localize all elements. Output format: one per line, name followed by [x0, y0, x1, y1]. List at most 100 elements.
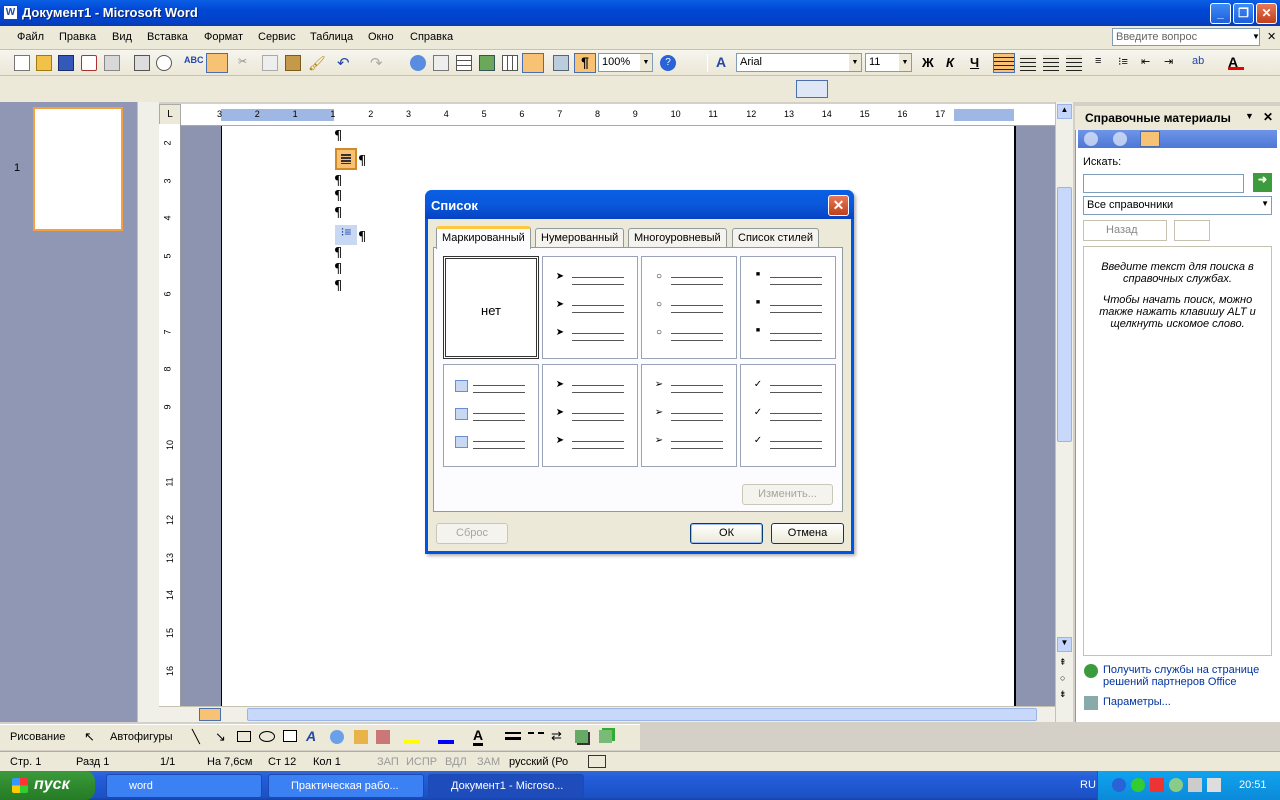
- status-trk[interactable]: ИСПР: [406, 756, 437, 768]
- status-ext[interactable]: ВДЛ: [445, 756, 467, 768]
- menu-tools[interactable]: Сервис: [258, 31, 296, 43]
- reset-button[interactable]: Сброс: [436, 523, 508, 544]
- justify-icon[interactable]: [1066, 55, 1082, 71]
- forward-button[interactable]: [1174, 220, 1210, 241]
- status-ovr[interactable]: ЗАМ: [477, 756, 500, 768]
- taskbar-item-document1[interactable]: Документ1 - Microso...: [428, 774, 584, 798]
- insert-table-icon[interactable]: [456, 55, 472, 71]
- research-icon[interactable]: [206, 53, 228, 73]
- horizontal-scrollbar[interactable]: [159, 706, 1055, 722]
- tab-numbered[interactable]: Нумерованный: [535, 228, 625, 248]
- taskbar-item-word-folder[interactable]: word: [106, 774, 262, 798]
- search-go-icon[interactable]: ➜: [1253, 173, 1272, 192]
- insert-excel-icon[interactable]: [479, 55, 495, 71]
- tables-borders-icon[interactable]: [433, 55, 449, 71]
- scroll-up-icon[interactable]: ▲: [1057, 104, 1072, 119]
- change-button[interactable]: Изменить...: [742, 484, 833, 505]
- paste-icon[interactable]: [285, 55, 301, 71]
- align-center-icon[interactable]: [1020, 55, 1036, 71]
- reading-layout-icon[interactable]: [796, 80, 828, 98]
- cut-icon[interactable]: ✂: [238, 55, 254, 71]
- line-color-icon[interactable]: [438, 730, 454, 744]
- status-rec[interactable]: ЗАП: [377, 756, 399, 768]
- tab-bulleted[interactable]: Маркированный: [436, 226, 531, 249]
- pane-menu-icon[interactable]: ▼: [1245, 111, 1254, 121]
- arrow-style-icon[interactable]: ⇄: [551, 728, 562, 744]
- tab-multilevel[interactable]: Многоуровневый: [628, 228, 727, 248]
- horizontal-ruler[interactable]: L 3 2 1 1 2 3 4 5 6 7 8 9 10 11 12 13 14 15 16 17: [159, 104, 1055, 126]
- spelling-status-icon[interactable]: [588, 755, 606, 768]
- language-indicator[interactable]: RU: [1080, 779, 1096, 791]
- ok-button[interactable]: ОК: [690, 523, 763, 544]
- taskbar-item-practical[interactable]: Практическая рабо...: [268, 774, 424, 798]
- start-button[interactable]: пуск: [0, 771, 95, 800]
- nav-back-icon[interactable]: [1084, 132, 1098, 146]
- underline-button[interactable]: Ч: [970, 55, 986, 71]
- autoshapes-menu[interactable]: Автофигуры: [110, 731, 173, 743]
- browse-object-icon[interactable]: ○: [1060, 673, 1065, 683]
- zoom-combo[interactable]: 100% ▼: [598, 53, 653, 72]
- search-input[interactable]: [1083, 174, 1244, 193]
- cancel-button[interactable]: Отмена: [771, 523, 844, 544]
- draw-menu[interactable]: Рисование: [10, 731, 65, 743]
- volume-icon[interactable]: [1207, 778, 1221, 792]
- clipart-icon[interactable]: [354, 730, 368, 744]
- hyperlink-icon[interactable]: [410, 55, 426, 71]
- ask-dropdown-icon[interactable]: ▼: [1252, 32, 1260, 41]
- save-icon[interactable]: [58, 55, 74, 71]
- scroll-thumb[interactable]: [1057, 187, 1072, 442]
- thumbnail-scrollbar[interactable]: [137, 102, 159, 722]
- dash-style-icon[interactable]: [528, 732, 544, 740]
- spelling-icon[interactable]: ABC: [184, 55, 204, 71]
- wordart-icon[interactable]: A: [306, 728, 316, 744]
- vertical-ruler[interactable]: 2 3 4 5 6 7 8 9 10 11 12 13 14 15 16: [159, 124, 181, 706]
- page-thumbnail[interactable]: [33, 107, 123, 231]
- oval-icon[interactable]: [259, 731, 275, 742]
- back-button[interactable]: Назад: [1083, 220, 1167, 241]
- line-icon[interactable]: ╲: [192, 729, 200, 745]
- tray-app-icon[interactable]: [1131, 778, 1145, 792]
- doc-close-icon[interactable]: ✕: [1267, 30, 1276, 43]
- prev-page-icon[interactable]: ⇞: [1059, 657, 1067, 668]
- arrow-icon[interactable]: ↘: [215, 729, 226, 745]
- increase-indent-icon[interactable]: ⇥: [1164, 55, 1180, 71]
- highlight-icon[interactable]: ab: [1192, 55, 1208, 71]
- numbering-icon[interactable]: ≡: [1095, 55, 1111, 71]
- email-icon[interactable]: [104, 55, 120, 71]
- home-icon[interactable]: [1140, 131, 1160, 147]
- font-color-icon[interactable]: A: [1228, 54, 1244, 70]
- tab-selector[interactable]: L: [159, 104, 181, 126]
- display-icon[interactable]: [1188, 778, 1202, 792]
- bullet-option-none[interactable]: нет: [443, 256, 539, 359]
- menu-help[interactable]: Справка: [410, 31, 453, 43]
- vertical-scrollbar[interactable]: ▲ ▼ ⇞ ○ ⇟: [1055, 102, 1073, 722]
- open-icon[interactable]: [36, 55, 52, 71]
- line-style-icon[interactable]: [505, 732, 521, 740]
- bold-button[interactable]: Ж: [922, 55, 938, 71]
- help-icon[interactable]: ?: [660, 55, 676, 71]
- bullets-icon[interactable]: ⁝≡: [1118, 55, 1134, 71]
- select-objects-icon[interactable]: ↖: [84, 729, 95, 745]
- decrease-indent-icon[interactable]: ⇤: [1141, 55, 1157, 71]
- bluetooth-icon[interactable]: [1112, 778, 1126, 792]
- italic-button[interactable]: К: [946, 55, 962, 71]
- print-icon[interactable]: [134, 55, 150, 71]
- align-left-icon[interactable]: [993, 53, 1015, 73]
- print-preview-icon[interactable]: [156, 55, 172, 71]
- antivirus-icon[interactable]: [1150, 778, 1164, 792]
- menu-window[interactable]: Окно: [368, 31, 394, 43]
- close-button[interactable]: ✕: [1256, 3, 1277, 24]
- minimize-button[interactable]: _: [1210, 3, 1231, 24]
- shadow-style-icon[interactable]: [575, 730, 588, 743]
- new-doc-icon[interactable]: [14, 55, 30, 71]
- copy-icon[interactable]: [262, 55, 278, 71]
- align-right-icon[interactable]: [1043, 55, 1059, 71]
- 3d-style-icon[interactable]: [599, 730, 612, 743]
- menu-file[interactable]: Файл: [17, 31, 44, 43]
- font-color-draw-icon[interactable]: A: [473, 727, 484, 746]
- format-painter-icon[interactable]: 🖌: [308, 55, 326, 71]
- next-page-icon[interactable]: ⇟: [1059, 689, 1067, 700]
- show-hide-icon[interactable]: ¶: [574, 53, 596, 73]
- font-size-combo[interactable]: 11 ▼: [865, 53, 912, 72]
- menu-format[interactable]: Формат: [204, 31, 243, 43]
